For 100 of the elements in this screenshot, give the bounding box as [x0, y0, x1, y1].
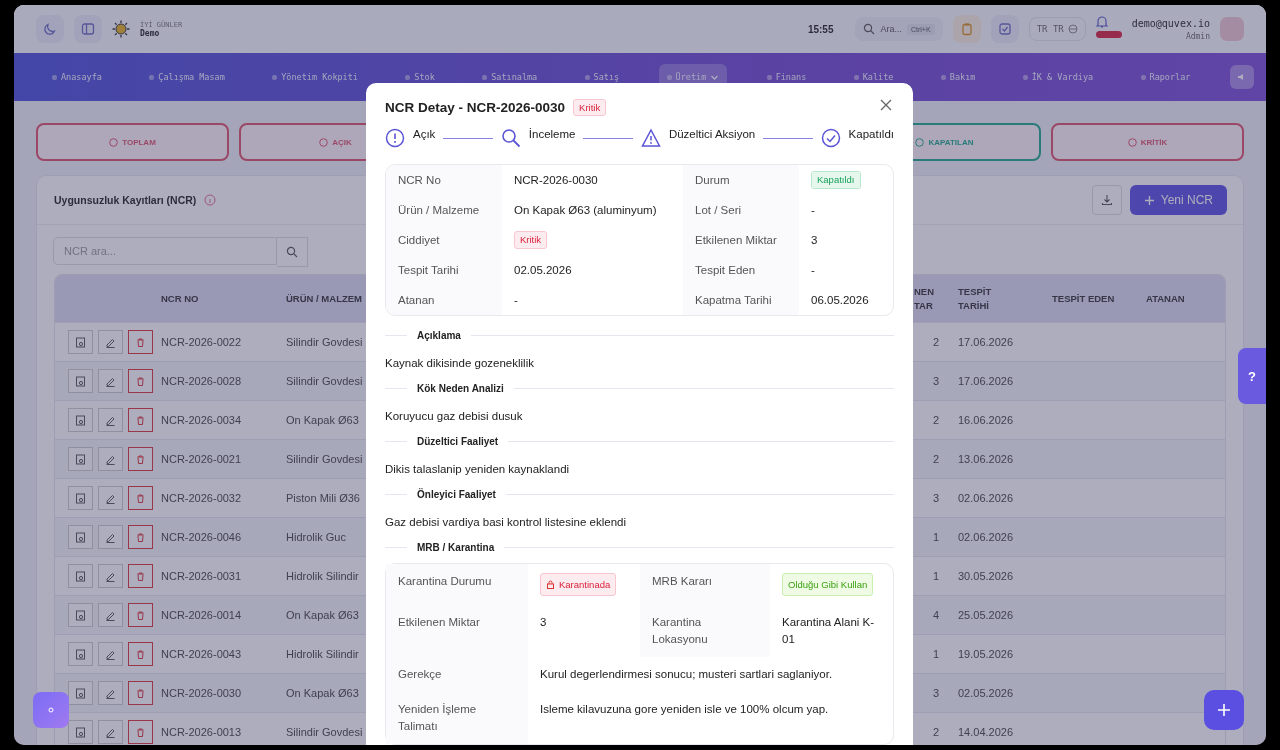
field-label: Ürün / Malzeme: [386, 195, 502, 225]
help-button[interactable]: ?: [1238, 348, 1266, 404]
pencil-icon: [105, 570, 116, 582]
trash-icon: [135, 336, 146, 348]
view-button[interactable]: [68, 330, 93, 354]
close-icon[interactable]: [880, 99, 892, 111]
column-header: TESPİT TARİHİ: [958, 285, 993, 312]
nav-item[interactable]: Yönetim Kokpiti: [264, 64, 366, 90]
table-cell-text: 14.04.2026: [958, 726, 1015, 738]
view-button[interactable]: [68, 720, 93, 744]
edit-button[interactable]: [98, 720, 123, 744]
field-label: MRB Kararı: [640, 564, 770, 605]
table-cell-text: NCR-2026-0021: [161, 453, 243, 465]
view-button[interactable]: [68, 525, 93, 549]
table-cell-text: 2: [931, 414, 941, 426]
section-heading: Önleyici Faaliyet: [417, 489, 496, 500]
step-label: İnceleme: [528, 128, 576, 140]
stat-label: TOPLAM: [122, 137, 156, 147]
document-search-icon: [75, 336, 86, 348]
search-icon: [863, 23, 876, 35]
section-text: Gaz debisi vardiya basi kontrol listesine eklendi: [385, 516, 627, 528]
edit-button[interactable]: [98, 330, 123, 354]
tasks-button[interactable]: [990, 15, 1019, 43]
delete-button[interactable]: [128, 330, 153, 354]
view-button[interactable]: [68, 603, 93, 627]
stat-card[interactable]: KRİTİK: [1051, 123, 1244, 161]
view-button[interactable]: [68, 408, 93, 432]
edit-button[interactable]: [98, 564, 123, 588]
nav-item[interactable]: Kalite: [845, 64, 902, 90]
edit-button[interactable]: [98, 447, 123, 471]
nav-item[interactable]: Stok: [397, 64, 443, 90]
nav-item[interactable]: Çalışma Masam: [141, 64, 233, 90]
edit-button[interactable]: [98, 525, 123, 549]
delete-button[interactable]: [128, 408, 153, 432]
nav-item[interactable]: Satış: [576, 64, 628, 90]
table-cell-text: 4: [931, 609, 941, 621]
document-search-icon: [75, 570, 86, 582]
table-cell-text: 2: [931, 726, 941, 738]
table-cell-text: Silindir Govdesi: [286, 375, 364, 387]
language-button[interactable]: TR TR: [1028, 17, 1086, 41]
bell-icon[interactable]: [1095, 15, 1108, 29]
pencil-icon: [105, 726, 116, 738]
field-value: 02.05.2026: [514, 264, 572, 276]
nav-item[interactable]: Raporlar: [1132, 64, 1199, 90]
view-button[interactable]: [68, 447, 93, 471]
step-label: Düzeltici Aksiyon: [668, 128, 756, 140]
delete-button[interactable]: [128, 447, 153, 471]
table-cell-text: NCR-2026-0013: [161, 726, 243, 738]
lock-icon: [546, 580, 555, 589]
delete-button[interactable]: [128, 603, 153, 627]
nav-item[interactable]: Satınalma: [474, 64, 546, 90]
edit-button[interactable]: [98, 369, 123, 393]
view-button[interactable]: [68, 681, 93, 705]
delete-button[interactable]: [128, 525, 153, 549]
view-button[interactable]: [68, 486, 93, 510]
delete-button[interactable]: [128, 369, 153, 393]
nav-item[interactable]: Finans: [758, 64, 815, 90]
trash-icon: [135, 570, 146, 582]
edit-button[interactable]: [98, 408, 123, 432]
edit-button[interactable]: [98, 603, 123, 627]
trash-icon: [135, 687, 146, 699]
stat-card[interactable]: TOPLAM: [36, 123, 229, 161]
delete-button[interactable]: [128, 681, 153, 705]
view-button[interactable]: [68, 369, 93, 393]
delete-button[interactable]: [128, 642, 153, 666]
checkbox-icon: [997, 22, 1012, 36]
edit-button[interactable]: [98, 642, 123, 666]
nav-item[interactable]: Anasayfa: [44, 64, 110, 90]
table-cell-text: 02.06.2026: [958, 492, 1015, 504]
table-cell-text: NCR-2026-0014: [161, 609, 243, 621]
nav-item[interactable]: Bakım: [932, 64, 984, 90]
field-value: Isleme kilavuzuna gore yeniden isle ve 100% olcum yap.: [540, 702, 829, 717]
delete-button[interactable]: [128, 486, 153, 510]
search-button[interactable]: [277, 237, 308, 267]
delete-button[interactable]: [128, 720, 153, 744]
trash-icon: [135, 531, 146, 543]
field-label: Kapatma Tarihi: [683, 285, 799, 315]
pencil-icon: [105, 453, 116, 465]
table-cell-text: Piston Mili Ø36: [286, 492, 361, 504]
view-button[interactable]: [68, 564, 93, 588]
new-ncr-button[interactable]: Yeni NCR: [1129, 185, 1227, 215]
section-heading: Açıklama: [417, 330, 461, 341]
search-field[interactable]: NCR ara...: [53, 237, 277, 265]
step-label: Kapatıldı: [848, 128, 894, 140]
edit-button[interactable]: [98, 486, 123, 510]
nav-item[interactable]: İK & Vardiya: [1014, 64, 1102, 90]
delete-button[interactable]: [128, 564, 153, 588]
field-label: Atanan: [386, 285, 502, 315]
plus-icon: [1143, 194, 1155, 206]
view-button[interactable]: [68, 642, 93, 666]
clipboard-button[interactable]: [952, 15, 981, 43]
edit-button[interactable]: [98, 681, 123, 705]
table-cell-text: 1: [931, 531, 941, 543]
user-role: Admin: [1185, 31, 1210, 41]
theme-button[interactable]: [36, 15, 64, 43]
sidebar-toggle-button[interactable]: [74, 15, 102, 43]
trash-icon: [135, 609, 146, 621]
trash-icon: [135, 492, 146, 504]
add-button[interactable]: [1204, 690, 1244, 730]
trash-icon: [135, 375, 146, 387]
